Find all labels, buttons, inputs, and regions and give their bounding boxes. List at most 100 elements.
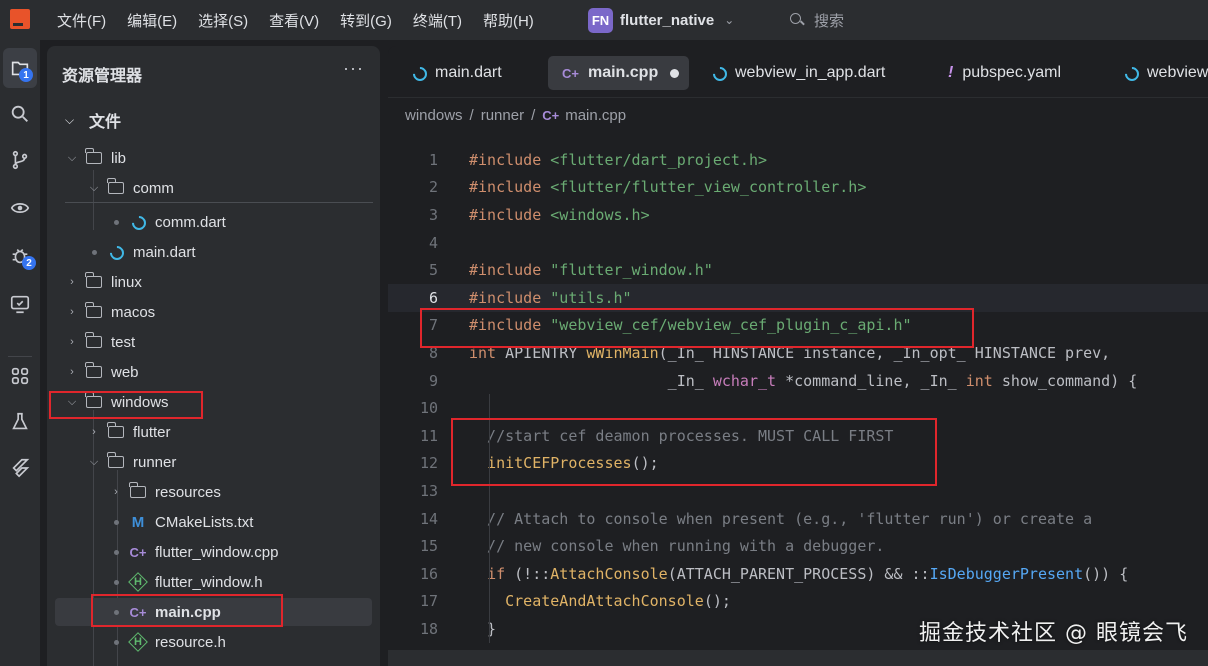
tree-file-cmakelists[interactable]: M CMakeLists.txt xyxy=(47,508,380,536)
tree-folder-lib[interactable]: ⌵ lib xyxy=(47,144,380,172)
tab-label: main.dart xyxy=(435,64,502,81)
activity-debug[interactable]: 2 xyxy=(0,236,40,276)
code-line[interactable]: 1 #include <flutter/dart_project.h> xyxy=(388,146,1208,174)
header-file-icon: H xyxy=(128,632,148,652)
code-line[interactable]: 11 //start cef deamon processes. MUST CA… xyxy=(388,422,1208,450)
activity-explorer[interactable]: 1 xyxy=(3,48,37,88)
line-number: 14 xyxy=(419,509,438,528)
tree-item-label: CMakeLists.txt xyxy=(155,513,254,531)
tab-label: main.cpp xyxy=(587,64,659,81)
code-line[interactable]: 2 #include <flutter/flutter_view_controll… xyxy=(388,174,1208,202)
activity-search[interactable] xyxy=(0,94,40,134)
tab-label: webview_in_app.dart xyxy=(735,64,886,81)
menu-edit[interactable]: 编辑(E) xyxy=(127,10,177,31)
code-line[interactable]: 17 CreateAndAttachConsole(); xyxy=(388,588,1208,616)
tree-folder-linux[interactable]: › linux xyxy=(47,268,380,296)
line-number: 13 xyxy=(419,481,438,500)
line-number: 12 xyxy=(419,454,438,473)
code-text: #include <flutter/dart_project.h> xyxy=(469,150,768,169)
folder-icon xyxy=(85,362,103,380)
chevron-right-icon: › xyxy=(70,276,74,288)
app-logo[interactable] xyxy=(10,9,30,29)
code-line[interactable]: 12 initCEFProcesses(); xyxy=(388,450,1208,478)
dart-icon xyxy=(107,244,125,260)
chevron-right-icon: › xyxy=(70,366,74,378)
activity-source-control[interactable] xyxy=(0,140,40,180)
line-number: 18 xyxy=(419,619,438,638)
breadcrumb-item[interactable]: runner xyxy=(481,107,524,124)
code-line[interactable]: 15 // new console when running with a de… xyxy=(388,532,1208,560)
breadcrumb-item[interactable]: windows xyxy=(405,107,463,124)
search-icon xyxy=(11,105,28,122)
more-actions-icon[interactable]: ··· xyxy=(343,58,364,79)
line-number: 8 xyxy=(428,343,438,362)
tree-file-main-dart[interactable]: main.dart xyxy=(47,238,380,266)
tab-main-dart[interactable]: main.dart xyxy=(412,56,502,90)
code-line[interactable]: 4 xyxy=(388,229,1208,257)
code-line[interactable]: 5 #include "flutter_window.h" xyxy=(388,256,1208,284)
tree-folder-test[interactable]: › test xyxy=(47,328,380,356)
section-files[interactable]: ⌵ 文件 xyxy=(65,108,121,132)
tree-file-flutter-window-h[interactable]: H flutter_window.h xyxy=(47,568,380,596)
code-text: if (!::AttachConsole(ATTACH_PARENT_PROCE… xyxy=(487,564,1129,583)
activity-remote[interactable] xyxy=(0,188,40,228)
unsaved-dot-icon[interactable] xyxy=(670,68,680,78)
tree-folder-resources[interactable]: › resources xyxy=(47,478,380,506)
menu-file[interactable]: 文件(F) xyxy=(57,10,106,31)
dart-icon xyxy=(412,66,426,80)
code-line[interactable]: 6 #include "utils.h" xyxy=(388,284,1208,312)
line-number: 3 xyxy=(428,205,438,224)
explorer-panel: 资源管理器 ··· ⌵ 文件 ⌵ lib ⌵ comm comm.dart ma… xyxy=(47,46,380,666)
code-line[interactable]: 10 xyxy=(388,394,1208,422)
activity-extensions[interactable] xyxy=(0,356,40,396)
menu-selection[interactable]: 选择(S) xyxy=(198,10,248,31)
menu-goto[interactable]: 转到(G) xyxy=(340,10,392,31)
menu-items: 文件(F) 编辑(E) 选择(S) 查看(V) 转到(G) 终端(T) 帮助(H… xyxy=(57,0,555,40)
code-line[interactable]: 13 xyxy=(388,477,1208,505)
search-icon xyxy=(790,13,804,27)
code-line[interactable]: 7 #include "webview_cef/webview_cef_plugi… xyxy=(388,312,1208,340)
menu-help[interactable]: 帮助(H) xyxy=(483,10,534,31)
menu-terminal[interactable]: 终端(T) xyxy=(413,10,462,31)
tree-folder-flutter[interactable]: › flutter xyxy=(47,418,380,446)
tree-file-resource-h[interactable]: H resource.h xyxy=(47,628,380,656)
activity-flutter[interactable] xyxy=(0,448,40,488)
tree-item-label: test xyxy=(111,333,136,351)
extensions-icon xyxy=(11,367,29,385)
tree-item-label: windows xyxy=(111,393,169,411)
tree-folder-windows[interactable]: ⌵ windows xyxy=(47,388,380,416)
code-line[interactable]: 3 #include <windows.h> xyxy=(388,201,1208,229)
tree-item-label: flutter xyxy=(133,423,171,441)
editor-area: main.dart C+ main.cpp webview_in_app.dar… xyxy=(388,46,1208,656)
activity-testing[interactable] xyxy=(0,402,40,442)
code-line[interactable]: 9 _In_ wchar_t *command_line, _In_ int s… xyxy=(388,367,1208,395)
tree-file-flutter-window-cpp[interactable]: C+ flutter_window.cpp xyxy=(47,538,380,566)
folder-icon xyxy=(129,482,147,500)
tree-folder-web[interactable]: › web xyxy=(47,358,380,386)
tree-folder-runner[interactable]: ⌵ runner xyxy=(47,448,380,476)
tree-item-label: runner xyxy=(133,453,177,471)
code-line[interactable]: 14 // Attach to console when present (e.… xyxy=(388,505,1208,533)
project-switcher[interactable]: FN flutter_native ⌄ xyxy=(588,7,734,33)
activity-device[interactable] xyxy=(0,284,40,324)
breadcrumb-item[interactable]: main.cpp xyxy=(565,107,626,124)
chevron-down-icon: ⌵ xyxy=(89,455,99,468)
eye-icon xyxy=(10,203,30,213)
menu-view[interactable]: 查看(V) xyxy=(269,10,319,31)
tree-file-comm-dart[interactable]: comm.dart xyxy=(47,208,380,236)
tab-main-cpp[interactable]: C+ main.cpp xyxy=(548,56,690,90)
code-line[interactable]: 8 int APIENTRY wWinMain(_In_ HINSTANCE in… xyxy=(388,339,1208,367)
tab-webview[interactable]: webview xyxy=(1124,56,1208,90)
watermark: 掘金技术社区 @ 眼镜会飞 xyxy=(919,621,1188,646)
tree-file-main-cpp[interactable]: C+ main.cpp xyxy=(55,598,372,626)
code-line[interactable]: 16 if (!::AttachConsole(ATTACH_PARENT_PR… xyxy=(388,560,1208,588)
tree-folder-macos[interactable]: › macos xyxy=(47,298,380,326)
folder-icon xyxy=(107,178,125,196)
breadcrumb: windows / runner / C+ main.cpp xyxy=(405,106,627,124)
search-box[interactable]: 搜索 xyxy=(790,9,844,31)
tree-folder-comm[interactable]: ⌵ comm xyxy=(47,174,380,202)
debug-badge: 2 xyxy=(22,256,36,270)
tab-pubspec-yaml[interactable]: ! pubspec.yaml xyxy=(948,56,1061,90)
folder-icon xyxy=(85,302,103,320)
tab-webview-in-app-dart[interactable]: webview_in_app.dart xyxy=(712,56,885,90)
